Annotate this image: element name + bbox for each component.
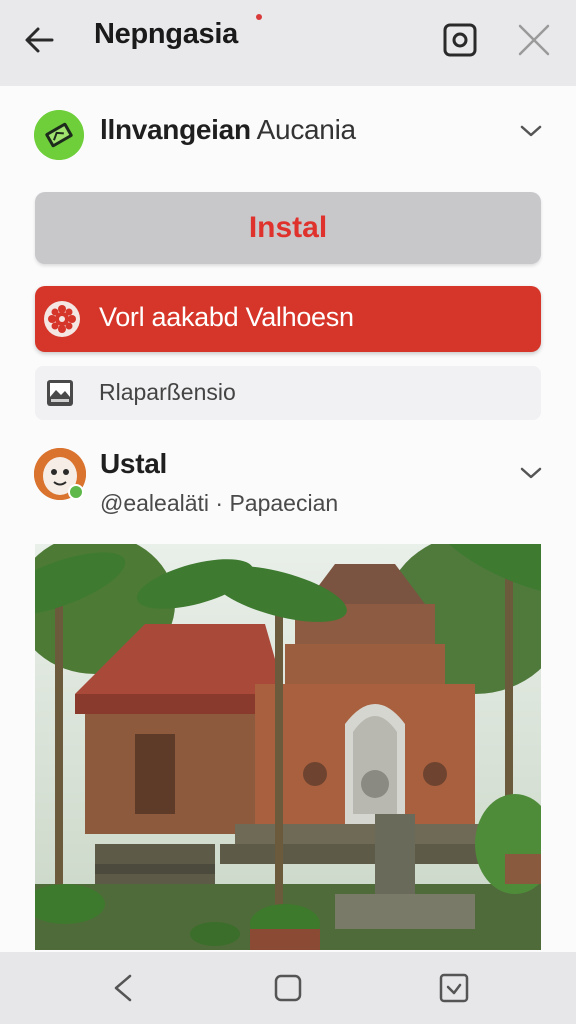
app-name-secondary: Aucania xyxy=(250,114,356,145)
nav-back-icon xyxy=(114,974,132,1002)
app-header-row[interactable]: llnvangeian Aucania xyxy=(0,86,576,186)
nav-recent-icon xyxy=(439,973,469,1003)
gear-icon xyxy=(41,298,83,340)
permissions-row[interactable]: Rlaparßensio xyxy=(35,366,541,420)
close-icon xyxy=(518,24,550,56)
nav-home-icon xyxy=(274,974,302,1002)
nav-back-button[interactable] xyxy=(106,970,142,1006)
download-button-label: Vorl aakabd Valhoesn xyxy=(99,302,354,332)
cartoon-avatar xyxy=(34,448,86,500)
balinese-temple-image[interactable] xyxy=(35,544,541,950)
expand-app-button[interactable] xyxy=(516,116,546,146)
arrow-left-icon xyxy=(25,27,54,53)
nav-home-button[interactable] xyxy=(270,970,306,1006)
close-button[interactable] xyxy=(514,20,554,60)
developer-handle: @ealealäti · Papaecian xyxy=(100,490,339,516)
app-name-primary: llnvangeian xyxy=(100,114,251,145)
image-icon xyxy=(45,378,75,408)
chevron-down-icon xyxy=(520,467,542,479)
content-area: llnvangeian Aucania Instal Vorl aakabd V… xyxy=(0,86,576,952)
page-title: Nepngasia xyxy=(94,18,238,50)
system-nav-bar xyxy=(0,952,576,1024)
developer-row[interactable]: Ustal @ealealäti · Papaecian xyxy=(0,438,576,528)
download-button[interactable]: Vorl aakabd Valhoesn xyxy=(35,286,541,352)
notification-dot xyxy=(256,14,262,20)
permissions-label: Rlaparßensio xyxy=(99,379,236,405)
camera-button[interactable] xyxy=(440,20,480,60)
install-button[interactable]: Instal xyxy=(35,192,541,264)
app-name: llnvangeian Aucania xyxy=(100,114,356,146)
nav-recent-button[interactable] xyxy=(436,970,472,1006)
chevron-down-icon xyxy=(520,125,542,137)
developer-name: Ustal xyxy=(100,448,167,479)
expand-developer-button[interactable] xyxy=(516,458,546,488)
camera-icon xyxy=(443,23,477,57)
back-button[interactable] xyxy=(20,22,60,58)
app-logo-icon xyxy=(34,110,84,160)
top-bar: Nepngasia xyxy=(0,0,576,86)
